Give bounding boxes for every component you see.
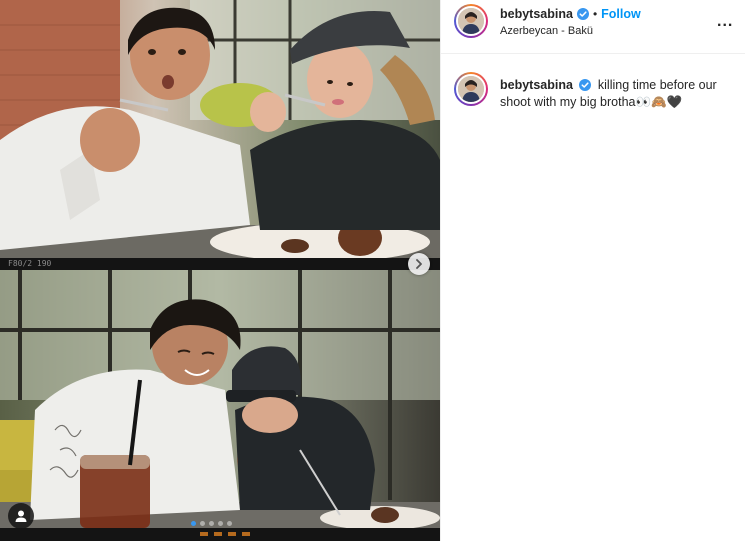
tagged-users-button[interactable] bbox=[8, 503, 34, 529]
author-username[interactable]: bebytsabina bbox=[500, 7, 573, 21]
more-options-icon[interactable]: ... bbox=[717, 13, 733, 31]
film-strip-bottom bbox=[0, 528, 440, 541]
carousel-dot bbox=[218, 521, 223, 526]
carousel-dot bbox=[209, 521, 214, 526]
carousel-next-button[interactable] bbox=[408, 253, 430, 275]
chevron-right-icon bbox=[416, 259, 422, 269]
avatar-image bbox=[458, 76, 484, 102]
avatar-image bbox=[458, 8, 484, 34]
carousel-indicator bbox=[191, 521, 232, 526]
film-strip-top: F80/2 190 bbox=[0, 258, 440, 270]
caption-username[interactable]: bebytsabina bbox=[500, 78, 573, 92]
verified-badge-icon bbox=[579, 79, 592, 91]
carousel-dot bbox=[200, 521, 205, 526]
user-tag-icon bbox=[15, 510, 27, 522]
carousel-dot bbox=[191, 521, 196, 526]
post-media[interactable]: F80/2 190 bbox=[0, 0, 440, 541]
photo-bottom bbox=[0, 270, 440, 528]
verified-badge-icon bbox=[576, 8, 589, 20]
film-strip-text: F80/2 190 bbox=[8, 259, 52, 268]
photo-bottom-illustration bbox=[0, 270, 440, 528]
post-side-panel: bebytsabina • Follow Azerbeycan - Bakü .… bbox=[440, 0, 745, 541]
film-frame-marks bbox=[200, 532, 250, 536]
follow-button[interactable]: Follow bbox=[601, 7, 641, 21]
caption-avatar[interactable] bbox=[454, 72, 488, 106]
post-location[interactable]: Azerbeycan - Bakü bbox=[500, 25, 593, 37]
post-header: bebytsabina • Follow Azerbeycan - Bakü .… bbox=[441, 0, 745, 54]
photo-top-illustration bbox=[0, 0, 440, 258]
author-avatar[interactable] bbox=[454, 4, 488, 38]
caption-text-block: bebytsabina killing time before our shoo… bbox=[500, 77, 740, 111]
header-user-row: bebytsabina • Follow bbox=[500, 7, 641, 21]
carousel-dot bbox=[227, 521, 232, 526]
photo-top bbox=[0, 0, 440, 258]
header-separator: • bbox=[592, 7, 598, 21]
